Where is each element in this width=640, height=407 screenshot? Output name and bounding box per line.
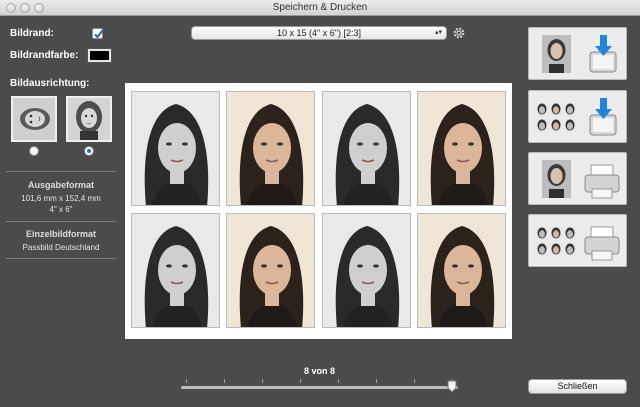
print-sheet-preview xyxy=(125,83,512,339)
slider-tick xyxy=(262,379,263,383)
output-format-mm: 101,6 mm x 152,4 mm xyxy=(21,194,101,203)
download-icon xyxy=(589,98,617,136)
mini-photo-face xyxy=(553,106,559,114)
print-sheet-button[interactable] xyxy=(528,214,627,267)
save-single-graphic xyxy=(542,35,617,73)
title-bar: Speichern & Drucken xyxy=(0,0,640,16)
passport-photo xyxy=(226,91,315,206)
single-format-value: Passbild Deutschland xyxy=(22,243,100,252)
passport-photo xyxy=(322,213,411,328)
passport-photo xyxy=(131,213,220,328)
slider-tick xyxy=(224,379,225,383)
output-format-inch: 4" x 6" xyxy=(49,205,73,214)
mini-photo-face xyxy=(539,230,545,238)
slider-thumb[interactable] xyxy=(447,380,457,393)
slider-tick xyxy=(300,379,301,383)
mini-photo-face xyxy=(539,246,545,254)
passport-photo xyxy=(322,91,411,206)
mini-photo-face xyxy=(567,122,573,130)
landscape-radio[interactable] xyxy=(29,146,39,156)
slider-tick xyxy=(376,379,377,383)
download-icon xyxy=(589,35,617,73)
border-checkbox[interactable] xyxy=(92,28,104,39)
page-slider[interactable] xyxy=(181,386,458,389)
divider xyxy=(6,171,116,172)
passport-photo xyxy=(417,213,506,328)
save-sheet-graphic xyxy=(536,98,617,136)
mini-photo-face xyxy=(567,106,573,114)
save-single-button[interactable] xyxy=(528,27,627,80)
mini-photo-face xyxy=(553,246,559,254)
passport-photo xyxy=(417,91,506,206)
print-single-button[interactable] xyxy=(528,152,627,205)
portrait-radio[interactable] xyxy=(84,146,94,156)
passport-photo xyxy=(226,213,315,328)
single-format-heading: Einzelbildformat xyxy=(25,229,96,239)
mini-photo-face xyxy=(539,122,545,130)
gear-icon[interactable] xyxy=(452,26,466,40)
save-sheet-button[interactable] xyxy=(528,90,627,143)
mini-photo-face xyxy=(553,230,559,238)
slider-tick xyxy=(338,379,339,383)
page-counter: 8 von 8 xyxy=(303,366,335,376)
printer-icon xyxy=(584,226,620,261)
mini-photo-face xyxy=(567,230,573,238)
checkmark-icon xyxy=(94,29,104,39)
border-label: Bildrand: xyxy=(10,28,54,39)
printer-icon xyxy=(584,164,620,199)
mini-photo-face xyxy=(567,246,573,254)
portrait-face-image xyxy=(68,98,110,140)
format-select-value: 10 x 15 (4" x 6") [2:3] xyxy=(277,28,361,38)
slider-tick xyxy=(186,379,187,383)
divider xyxy=(6,258,116,259)
mini-photo-face xyxy=(553,122,559,130)
print-sheet-graphic xyxy=(536,226,620,261)
landscape-face-image xyxy=(13,98,55,140)
border-color-label: Bildrandfarbe: xyxy=(10,50,79,61)
border-color-swatch[interactable] xyxy=(88,49,111,62)
chevron-updown-icon: ▴▾ xyxy=(434,29,442,36)
orientation-label: Bildausrichtung: xyxy=(10,78,90,89)
window-title: Speichern & Drucken xyxy=(272,2,368,13)
divider xyxy=(6,221,116,222)
passport-photo xyxy=(131,91,220,206)
slider-tick xyxy=(414,379,415,383)
print-single-graphic xyxy=(542,160,620,199)
format-select[interactable]: 10 x 15 (4" x 6") [2:3] ▴▾ xyxy=(191,26,447,40)
close-button[interactable]: Schließen xyxy=(528,379,627,394)
landscape-thumbnail[interactable] xyxy=(11,96,57,142)
mini-photo-face xyxy=(539,106,545,114)
output-format-heading: Ausgabeformat xyxy=(27,180,94,190)
portrait-thumbnail[interactable] xyxy=(66,96,112,142)
